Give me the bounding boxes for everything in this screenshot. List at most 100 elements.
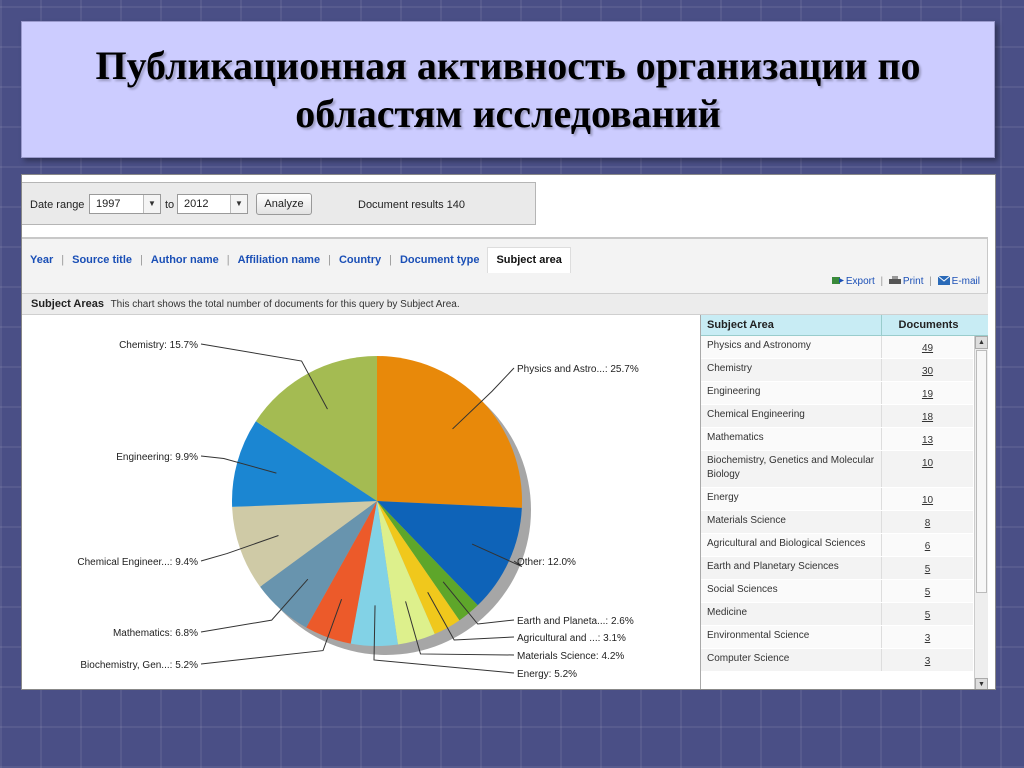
scrollbar-thumb[interactable] — [976, 350, 987, 593]
documents-cell: 3 — [882, 626, 973, 648]
subject-area-cell: Social Sciences — [701, 580, 882, 602]
export-actions: Export | Print | E-mail — [831, 276, 980, 287]
documents-cell: 10 — [882, 488, 973, 510]
column-header-subject-area[interactable]: Subject Area — [701, 315, 882, 335]
subject-area-cell: Medicine — [701, 603, 882, 625]
documents-count-link[interactable]: 18 — [922, 412, 933, 423]
email-link[interactable]: E-mail — [935, 276, 980, 287]
documents-cell: 5 — [882, 580, 973, 602]
table-row: Engineering 19 — [701, 382, 973, 405]
analyze-button[interactable]: Analyze — [256, 193, 312, 215]
documents-count-link[interactable]: 10 — [922, 458, 933, 469]
documents-cell: 30 — [882, 359, 973, 381]
subject-area-cell: Earth and Planetary Sciences — [701, 557, 882, 579]
table-row: Agricultural and Biological Sciences 6 — [701, 534, 973, 557]
table-row: Environmental Science 3 — [701, 626, 973, 649]
document-results-count: Document results 140 — [358, 199, 465, 211]
tab-year[interactable]: Year — [22, 254, 61, 266]
pie-slice[interactable] — [377, 356, 522, 508]
tab-list: Year | Source title | Author name | Affi… — [22, 247, 571, 273]
pie-slice-label: Other: 12.0% — [517, 557, 576, 568]
from-year-select[interactable]: 1997 ▼ — [89, 194, 161, 214]
tab-source-title[interactable]: Source title — [64, 254, 140, 266]
table-row: Materials Science 8 — [701, 511, 973, 534]
table-row: Earth and Planetary Sciences 5 — [701, 557, 973, 580]
pie-chart-area: Physics and Astro...: 25.7% Other: 12.0% E… — [22, 315, 700, 689]
subject-area-cell: Physics and Astronomy — [701, 336, 882, 358]
tab-document-type[interactable]: Document type — [392, 254, 487, 266]
documents-cell: 5 — [882, 557, 973, 579]
to-year-select[interactable]: 2012 ▼ — [177, 194, 248, 214]
table-row: Medicine 5 — [701, 603, 973, 626]
date-range-label: Date range — [30, 199, 85, 211]
documents-cell: 19 — [882, 382, 973, 404]
documents-cell: 10 — [882, 451, 973, 487]
export-icon — [831, 277, 844, 284]
documents-cell: 5 — [882, 603, 973, 625]
chevron-down-icon[interactable]: ▼ — [143, 195, 160, 213]
documents-count-link[interactable]: 49 — [922, 343, 933, 354]
slide-title-box: Публикационная активность организации по… — [21, 21, 995, 158]
documents-count-link[interactable]: 6 — [925, 541, 931, 552]
documents-cell: 8 — [882, 511, 973, 533]
pie-slice-label: Physics and Astro...: 25.7% — [517, 364, 639, 375]
subject-area-cell: Materials Science — [701, 511, 882, 533]
scroll-down-arrow-icon[interactable]: ▼ — [975, 678, 988, 689]
pie-slice-label: Energy: 5.2% — [517, 669, 577, 680]
documents-count-link[interactable]: 3 — [925, 633, 931, 644]
table-row: Biochemistry, Genetics and Molecular Bio… — [701, 451, 973, 488]
printer-icon — [888, 276, 901, 284]
documents-count-link[interactable]: 5 — [925, 610, 931, 621]
table-row: Energy 10 — [701, 488, 973, 511]
subject-area-cell: Chemistry — [701, 359, 882, 381]
from-year-value: 1997 — [96, 198, 121, 210]
pie-slice-label: Agricultural and ...: 3.1% — [517, 633, 626, 644]
table-scrollbar[interactable]: ▲ ▼ — [974, 336, 988, 689]
documents-count-link[interactable]: 5 — [925, 587, 931, 598]
table-row: Social Sciences 5 — [701, 580, 973, 603]
subject-area-cell: Chemical Engineering — [701, 405, 882, 427]
table-header: Subject Area Documents — [701, 315, 988, 336]
documents-count-link[interactable]: 5 — [925, 564, 931, 575]
subject-area-cell: Environmental Science — [701, 626, 882, 648]
documents-count-link[interactable]: 19 — [922, 389, 933, 400]
table-row: Mathematics 13 — [701, 428, 973, 451]
print-link[interactable]: Print — [886, 276, 926, 287]
export-link[interactable]: Export — [831, 276, 878, 287]
subject-area-cell: Energy — [701, 488, 882, 510]
table-row: Computer Science 3 — [701, 649, 973, 672]
subject-areas-header: Subject Areas This chart shows the total… — [22, 293, 988, 315]
scroll-up-arrow-icon[interactable]: ▲ — [975, 336, 988, 349]
subject-areas-heading: Subject Areas — [31, 298, 104, 310]
table-body: Physics and Astronomy 49 Chemistry 30 Engine… — [701, 336, 973, 672]
subject-area-cell: Computer Science — [701, 649, 882, 671]
pie-slice-label: Biochemistry, Gen...: 5.2% — [80, 660, 198, 671]
subject-area-cell: Biochemistry, Genetics and Molecular Bio… — [701, 451, 882, 487]
table-row: Chemistry 30 — [701, 359, 973, 382]
column-header-documents[interactable]: Documents — [882, 315, 975, 335]
documents-count-link[interactable]: 10 — [922, 495, 933, 506]
tab-affiliation-name[interactable]: Affiliation name — [230, 254, 329, 266]
documents-cell: 6 — [882, 534, 973, 556]
pie-slice-label: Materials Science: 4.2% — [517, 651, 624, 662]
tab-author-name[interactable]: Author name — [143, 254, 227, 266]
pie-slice-label: Earth and Planeta...: 2.6% — [517, 616, 634, 627]
subject-area-pie-chart: Physics and Astro...: 25.7% Other: 12.0% E… — [77, 340, 639, 680]
documents-count-link[interactable]: 8 — [925, 518, 931, 529]
tab-subject-area[interactable]: Subject area — [487, 247, 571, 273]
table-row: Chemical Engineering 18 — [701, 405, 973, 428]
action-divider: | — [929, 276, 932, 287]
slide-title: Публикационная активность организации по… — [95, 42, 921, 136]
chevron-down-icon[interactable]: ▼ — [230, 195, 247, 213]
tab-country[interactable]: Country — [331, 254, 389, 266]
pie-slice-label: Chemical Engineer...: 9.4% — [77, 557, 198, 568]
documents-count-link[interactable]: 13 — [922, 435, 933, 446]
subject-areas-description: This chart shows the total number of doc… — [110, 299, 460, 310]
documents-cell: 3 — [882, 649, 973, 671]
table-row: Physics and Astronomy 49 — [701, 336, 973, 359]
scopus-analysis-screen: Date range 1997 ▼ to 2012 ▼ Analyze Docu… — [21, 174, 996, 690]
pie-slice-label: Engineering: 9.9% — [116, 452, 198, 463]
subject-area-table: Subject Area Documents Physics and Astro… — [700, 315, 988, 689]
documents-count-link[interactable]: 30 — [922, 366, 933, 377]
documents-count-link[interactable]: 3 — [925, 656, 931, 667]
